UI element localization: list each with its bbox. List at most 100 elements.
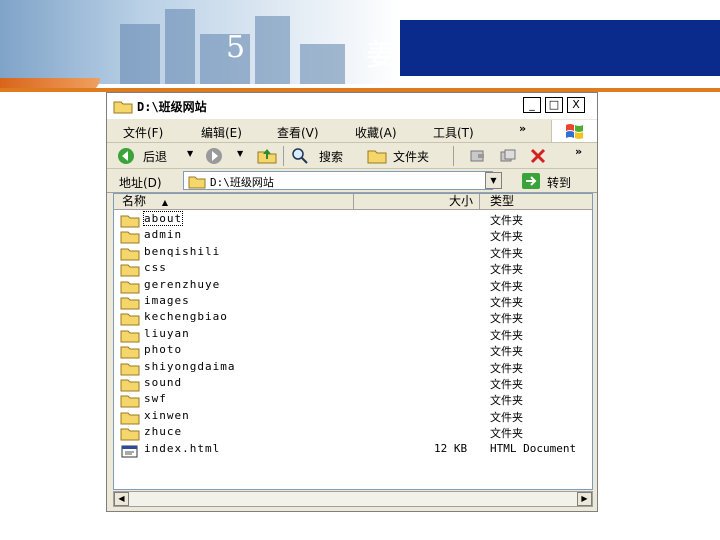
back-dropdown-chevron-icon[interactable]: ▼: [187, 149, 193, 158]
address-input[interactable]: D:\班级网站: [183, 171, 493, 190]
slide-title-left: 5: [226, 30, 248, 65]
file-type: 文件夹: [490, 279, 523, 293]
search-icon[interactable]: [291, 147, 309, 169]
file-type: 文件夹: [490, 263, 523, 277]
folder-icon: [120, 213, 140, 228]
column-header-type[interactable]: 类型: [480, 194, 592, 210]
address-label: 地址(D): [119, 176, 162, 190]
toolbar-overflow-button[interactable]: »: [575, 145, 582, 158]
file-name: photo: [144, 343, 183, 357]
file-name: xinwen: [144, 408, 190, 422]
file-type: 文件夹: [490, 427, 523, 441]
file-name: kechengbiao: [144, 310, 228, 324]
search-button-label[interactable]: 搜索: [319, 148, 343, 165]
column-header-size[interactable]: 大小: [354, 194, 480, 210]
folder-icon: [120, 361, 140, 376]
explorer-window: D:\班级网站 _ □ X 文件(F) 编辑(E) 查看(V) 收藏(A) 工具…: [106, 92, 598, 512]
menu-favorites[interactable]: 收藏(A): [355, 124, 397, 141]
forward-arrow-icon[interactable]: [205, 147, 223, 169]
window-title: D:\班级网站: [137, 100, 207, 114]
file-row[interactable]: index.html 12 KB HTML Document: [114, 441, 592, 458]
file-row[interactable]: liuyan 文件夹: [114, 326, 592, 343]
scroll-right-button[interactable]: ▶: [577, 492, 592, 506]
menu-view[interactable]: 查看(V): [277, 124, 319, 141]
file-name: benqishili: [144, 244, 221, 258]
forward-dropdown-chevron-icon[interactable]: ▼: [237, 149, 243, 158]
sort-ascending-icon: ▲: [161, 198, 168, 207]
slide-title-right: 姜: [366, 38, 398, 73]
file-name: about: [142, 211, 184, 226]
file-type: 文件夹: [490, 378, 523, 391]
file-row[interactable]: photo 文件夹: [114, 342, 592, 359]
file-row[interactable]: xinwen 文件夹: [114, 408, 592, 425]
file-type: 文件夹: [490, 361, 523, 375]
menu-tools[interactable]: 工具(T): [433, 124, 474, 141]
folders-icon[interactable]: [367, 147, 387, 169]
column-header-row: 名称 ▲ 大小 类型: [114, 194, 592, 210]
folder-icon: [120, 426, 140, 441]
address-dropdown-button[interactable]: ▼: [485, 172, 502, 189]
file-row[interactable]: about 文件夹: [114, 211, 592, 228]
horizontal-scrollbar[interactable]: ◀ ▶: [113, 491, 593, 507]
folder-icon: [120, 262, 140, 277]
address-bar: 地址(D) D:\班级网站 ▼ 转到: [107, 169, 597, 193]
column-header-name[interactable]: 名称 ▲: [114, 194, 354, 210]
folders-button-label[interactable]: 文件夹: [393, 148, 429, 165]
folder-icon: [120, 377, 140, 392]
copy-to-icon[interactable]: [499, 148, 517, 168]
file-row[interactable]: shiyongdaima 文件夹: [114, 359, 592, 376]
file-row[interactable]: swf 文件夹: [114, 391, 592, 408]
back-button-label[interactable]: 后退: [143, 148, 167, 165]
file-type: 文件夹: [490, 230, 523, 244]
file-row[interactable]: sound 文件夹: [114, 375, 592, 392]
file-row[interactable]: admin 文件夹: [114, 227, 592, 244]
folder-icon: [188, 174, 206, 193]
file-row[interactable]: css 文件夹: [114, 260, 592, 277]
file-type: 文件夹: [490, 296, 523, 309]
address-value: D:\班级网站: [210, 176, 274, 189]
title-bar[interactable]: D:\班级网站 _ □ X: [107, 93, 597, 119]
move-to-icon[interactable]: [469, 148, 487, 168]
delete-icon[interactable]: [529, 147, 547, 169]
folder-icon: [120, 311, 140, 326]
file-name: css: [144, 261, 167, 275]
menu-edit[interactable]: 编辑(E): [201, 124, 242, 141]
file-name: index.html: [144, 441, 221, 455]
file-name: images: [144, 294, 190, 307]
back-arrow-icon[interactable]: [117, 147, 135, 169]
file-name: zhuce: [144, 425, 183, 439]
close-button[interactable]: X: [567, 97, 585, 113]
folder-icon: [120, 344, 140, 359]
column-header-name-label: 名称: [122, 194, 147, 208]
menu-overflow-button[interactable]: »: [519, 122, 526, 135]
toolbar-divider: [283, 146, 284, 166]
windows-logo-icon: [551, 120, 597, 142]
file-type: 文件夹: [490, 410, 523, 424]
file-row[interactable]: gerenzhuye 文件夹: [114, 277, 592, 294]
up-folder-icon[interactable]: [257, 147, 277, 169]
file-size: 12 KB: [434, 441, 468, 455]
maximize-button[interactable]: □: [545, 97, 563, 113]
file-type: HTML Document: [490, 441, 577, 455]
file-row[interactable]: benqishili 文件夹: [114, 244, 592, 261]
file-row[interactable]: kechengbiao 文件夹: [114, 309, 592, 326]
header-blue-band: [400, 20, 720, 76]
go-button-label[interactable]: 转到: [547, 174, 571, 191]
file-type: 文件夹: [490, 246, 523, 260]
scroll-left-button[interactable]: ◀: [114, 492, 129, 506]
folder-icon: [120, 393, 140, 408]
file-row[interactable]: images 文件夹: [114, 293, 592, 310]
file-name: admin: [144, 228, 183, 242]
file-name: gerenzhuye: [144, 277, 221, 291]
file-name: swf: [144, 392, 167, 406]
folder-icon: [120, 328, 140, 343]
folder-icon: [120, 246, 140, 261]
folder-icon: [120, 295, 140, 310]
file-name: sound: [144, 376, 183, 389]
go-arrow-icon[interactable]: [521, 172, 541, 194]
minimize-button[interactable]: _: [523, 97, 541, 113]
file-type: 文件夹: [490, 214, 523, 227]
file-row[interactable]: zhuce 文件夹: [114, 424, 592, 441]
menu-file[interactable]: 文件(F): [123, 124, 163, 141]
folder-icon: [113, 99, 133, 118]
